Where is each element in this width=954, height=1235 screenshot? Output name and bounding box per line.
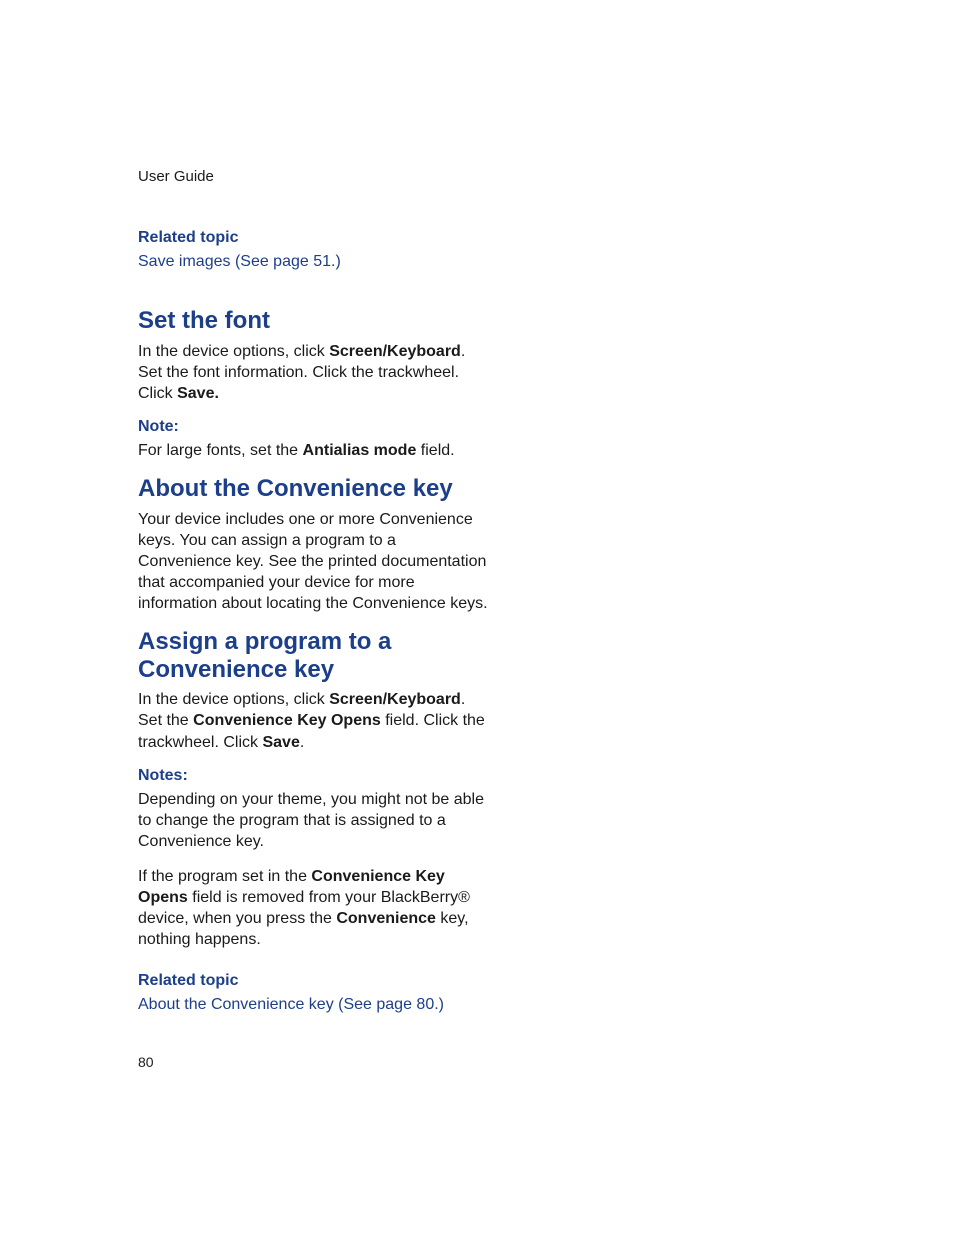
notes-label: Notes: xyxy=(138,767,493,785)
section-title-set-font: Set the font xyxy=(138,307,493,335)
related-topic-heading-1: Related topic xyxy=(138,229,493,247)
related-topic-link-1[interactable]: Save images (See page 51.) xyxy=(138,253,493,271)
bold-term-screen-keyboard: Screen/Keyboard xyxy=(329,343,461,360)
bold-term-antialias: Antialias mode xyxy=(303,442,417,459)
text-run: If the program set in the xyxy=(138,868,311,885)
bold-term-convenience: Convenience xyxy=(336,910,436,927)
section-title-assign-program: Assign a program to a Convenience key xyxy=(138,628,493,683)
text-run: In the device options, click xyxy=(138,691,329,708)
notes-paragraph-1: Depending on your theme, you might not b… xyxy=(138,789,493,852)
section-title-about-convenience: About the Convenience key xyxy=(138,475,493,503)
about-convenience-paragraph: Your device includes one or more Conveni… xyxy=(138,509,493,615)
related-topic-heading-2: Related topic xyxy=(138,972,493,990)
notes-paragraph-2: If the program set in the Convenience Ke… xyxy=(138,866,493,950)
page-number: 80 xyxy=(138,1054,154,1070)
set-font-paragraph: In the device options, click Screen/Keyb… xyxy=(138,341,493,404)
bold-term-screen-keyboard: Screen/Keyboard xyxy=(329,691,461,708)
text-run: field. xyxy=(416,442,454,459)
text-run: . xyxy=(300,734,304,751)
bold-term-save: Save xyxy=(262,734,299,751)
bold-term-save: Save. xyxy=(177,385,219,402)
document-page: User Guide Related topic Save images (Se… xyxy=(0,0,954,1235)
note-paragraph: For large fonts, set the Antialias mode … xyxy=(138,440,493,461)
bold-term-conv-key-opens: Convenience Key Opens xyxy=(193,712,381,729)
related-topic-link-2[interactable]: About the Convenience key (See page 80.) xyxy=(138,996,493,1014)
note-label: Note: xyxy=(138,418,493,436)
text-run: For large fonts, set the xyxy=(138,442,303,459)
text-run: In the device options, click xyxy=(138,343,329,360)
content-column: User Guide Related topic Save images (Se… xyxy=(138,168,493,1014)
assign-program-paragraph: In the device options, click Screen/Keyb… xyxy=(138,689,493,752)
running-header: User Guide xyxy=(138,168,493,185)
